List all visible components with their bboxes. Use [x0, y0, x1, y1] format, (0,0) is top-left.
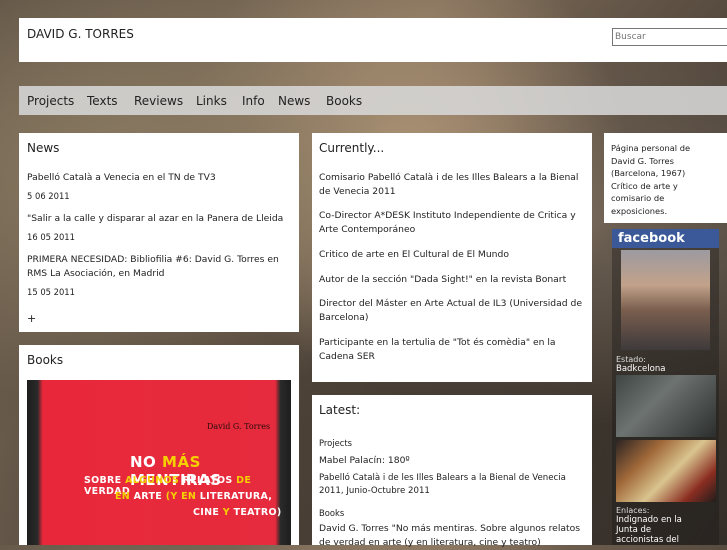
- bio-line-2: David G. Torres: [611, 155, 674, 166]
- currently-title: Currently...: [319, 141, 385, 155]
- book-cover-image[interactable]: David G. Torres NO MÁS MENTIRAS SOBRE AL…: [27, 380, 291, 545]
- news-date-2: 16 05 2011: [27, 232, 75, 242]
- book-cover-author: David G. Torres: [207, 422, 271, 431]
- book-cover-title-line3: EN ARTE (Y EN LITERATURA,: [115, 491, 273, 502]
- facebook-badge-logo[interactable]: facebook: [612, 229, 719, 248]
- bio-line-6: exposiciones.: [611, 205, 668, 216]
- nav-reviews[interactable]: Reviews: [134, 94, 183, 108]
- currently-item-6-line2[interactable]: Cadena SER: [319, 350, 375, 364]
- nav-links[interactable]: Links: [196, 94, 227, 108]
- bio-line-3: (Barcelona, 1967): [611, 168, 686, 178]
- news-item-1[interactable]: Pabelló Català a Venecia en el TN de TV3: [27, 171, 216, 185]
- main-nav: Projects Texts Reviews Links Info News B…: [19, 86, 727, 115]
- site-header: DAVID G. TORRES: [19, 18, 727, 62]
- currently-item-4[interactable]: Autor de la sección "Dada Sight!" en la …: [319, 273, 566, 287]
- latest-project-2-line1[interactable]: Pabelló Català i de les Illes Balears a …: [319, 471, 566, 485]
- facebook-enlaces-line1[interactable]: Indignado en la: [616, 515, 682, 525]
- currently-item-5-line1[interactable]: Director del Máster en Arte Actual de IL…: [319, 297, 582, 311]
- search-input[interactable]: [612, 28, 727, 46]
- latest-panel: Latest: Projects Mabel Palacín: 180º Pab…: [312, 395, 592, 548]
- facebook-enlaces-line3[interactable]: accionistas del: [616, 535, 679, 545]
- latest-title: Latest:: [319, 403, 361, 417]
- nav-projects[interactable]: Projects: [27, 94, 74, 108]
- currently-item-3[interactable]: Critico de arte en El Cultural de El Mun…: [319, 248, 509, 262]
- facebook-estado-value[interactable]: Badkcelona: [616, 364, 665, 374]
- currently-item-2-line1[interactable]: Co-Director A*DESK Instituto Independien…: [319, 209, 576, 223]
- facebook-photo-2[interactable]: [616, 375, 716, 437]
- currently-item-1-line1[interactable]: Comisario Pabelló Català i de les Illes …: [319, 171, 578, 185]
- latest-section-projects: Projects: [319, 438, 353, 448]
- news-item-3-line1[interactable]: PRIMERA NECESIDAD: Bibliofilia #6: David…: [27, 253, 279, 267]
- currently-item-2-line2[interactable]: Arte Contemporáneo: [319, 223, 415, 237]
- nav-books[interactable]: Books: [326, 94, 362, 108]
- news-item-2[interactable]: "Salir a la calle y disparar al azar en …: [27, 212, 283, 226]
- site-title[interactable]: DAVID G. TORRES: [27, 27, 134, 41]
- latest-section-books: Books: [319, 508, 345, 518]
- nav-info[interactable]: Info: [242, 94, 265, 108]
- bio-line-4: Crítico de arte y: [611, 180, 678, 191]
- latest-project-1[interactable]: Mabel Palacín: 180º: [319, 454, 410, 468]
- facebook-enlaces-label: Enlaces:: [616, 506, 650, 515]
- bio-line-1: Página personal de: [611, 143, 691, 153]
- book-cover-title-line4: CINE Y TEATRO): [193, 507, 282, 518]
- news-more-link[interactable]: +: [27, 312, 36, 326]
- currently-item-6-line1[interactable]: Participante en la tertulia de "Tot és c…: [319, 336, 556, 350]
- facebook-estado-label: Estado:: [616, 355, 646, 364]
- currently-item-1-line2[interactable]: de Venecia 2011: [319, 185, 396, 199]
- latest-project-2-line2[interactable]: 2011, Junio-Octubre 2011: [319, 484, 430, 498]
- facebook-enlaces-line2[interactable]: Junta de: [616, 525, 651, 535]
- bio-line-5: comisario de: [611, 193, 665, 203]
- nav-news[interactable]: News: [278, 94, 310, 108]
- nav-texts[interactable]: Texts: [87, 94, 118, 108]
- facebook-photo-3[interactable]: [616, 440, 716, 502]
- latest-book-1-line1[interactable]: David G. Torres "No más mentiras. Sobre …: [319, 522, 580, 536]
- news-panel: News Pabelló Català a Venecia en el TN d…: [19, 133, 299, 332]
- bio-panel: Página personal de David G. Torres (Barc…: [604, 133, 727, 223]
- profile-photo[interactable]: [621, 250, 710, 350]
- currently-panel: Currently... Comisario Pabelló Català i …: [312, 133, 592, 382]
- books-title: Books: [27, 353, 64, 367]
- news-item-3-line2[interactable]: RMS La Asociación, en Madrid: [27, 267, 165, 281]
- news-title: News: [27, 141, 60, 155]
- currently-item-5-line2[interactable]: Barcelona): [319, 311, 368, 325]
- news-date-3: 15 05 2011: [27, 287, 75, 297]
- news-date-1: 5 06 2011: [27, 191, 70, 201]
- latest-book-1-line2[interactable]: de verdad en arte (y en literatura, cine…: [319, 536, 541, 550]
